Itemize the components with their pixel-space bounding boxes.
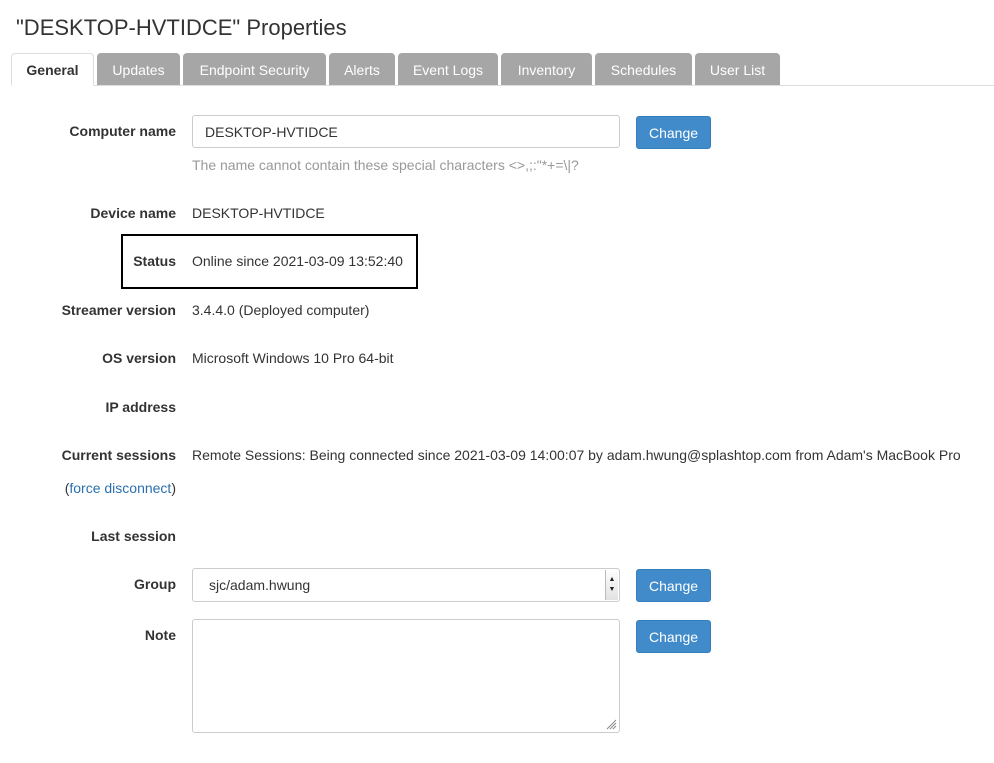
resize-grip-icon[interactable] <box>606 719 617 730</box>
current-sessions-label: Current sessions <box>61 447 176 463</box>
change-note-button[interactable]: Change <box>636 620 711 653</box>
force-disconnect-link[interactable]: force disconnect <box>69 480 171 496</box>
last-session-label: Last session <box>91 528 176 544</box>
group-select[interactable]: sjc/adam.hwung ▲ ▼ <box>192 568 620 602</box>
page-title: "DESKTOP-HVTIDCE" Properties <box>16 15 347 40</box>
status-value: Online since 2021-03-09 13:52:40 <box>192 253 403 269</box>
computer-name-input[interactable] <box>192 115 620 148</box>
force-disconnect-wrapper: (force disconnect) <box>65 480 176 496</box>
tab-bar: General Updates Endpoint Security Alerts… <box>11 53 994 86</box>
device-name-label: Device name <box>90 205 176 221</box>
tab-general[interactable]: General <box>11 53 94 86</box>
os-version-value: Microsoft Windows 10 Pro 64-bit <box>192 350 394 366</box>
streamer-version-value: 3.4.4.0 (Deployed computer) <box>192 302 370 318</box>
change-computer-name-button[interactable]: Change <box>636 116 711 149</box>
tab-user-list[interactable]: User List <box>695 53 780 85</box>
select-arrow-icon[interactable]: ▲ ▼ <box>605 570 618 600</box>
change-group-button[interactable]: Change <box>636 569 711 602</box>
note-textarea[interactable] <box>192 619 620 733</box>
tab-schedules[interactable]: Schedules <box>595 53 692 85</box>
note-label: Note <box>144 627 176 643</box>
tab-alerts[interactable]: Alerts <box>329 53 395 85</box>
current-sessions-value: Remote Sessions: Being connected since 2… <box>192 447 961 463</box>
device-name-value: DESKTOP-HVTIDCE <box>192 205 325 221</box>
ip-address-label: IP address <box>105 399 176 415</box>
tab-endpoint-security[interactable]: Endpoint Security <box>183 53 326 85</box>
status-label: Status <box>133 253 176 269</box>
close-paren: ) <box>171 480 176 496</box>
group-label: Group <box>134 576 176 592</box>
tab-event-logs[interactable]: Event Logs <box>398 53 498 85</box>
os-version-label: OS version <box>102 350 176 366</box>
tab-updates[interactable]: Updates <box>97 53 180 85</box>
group-select-value: sjc/adam.hwung <box>209 577 311 593</box>
streamer-version-label: Streamer version <box>61 302 176 318</box>
tab-inventory[interactable]: Inventory <box>501 53 592 85</box>
computer-name-hint: The name cannot contain these special ch… <box>192 157 579 173</box>
computer-name-label: Computer name <box>69 123 176 139</box>
